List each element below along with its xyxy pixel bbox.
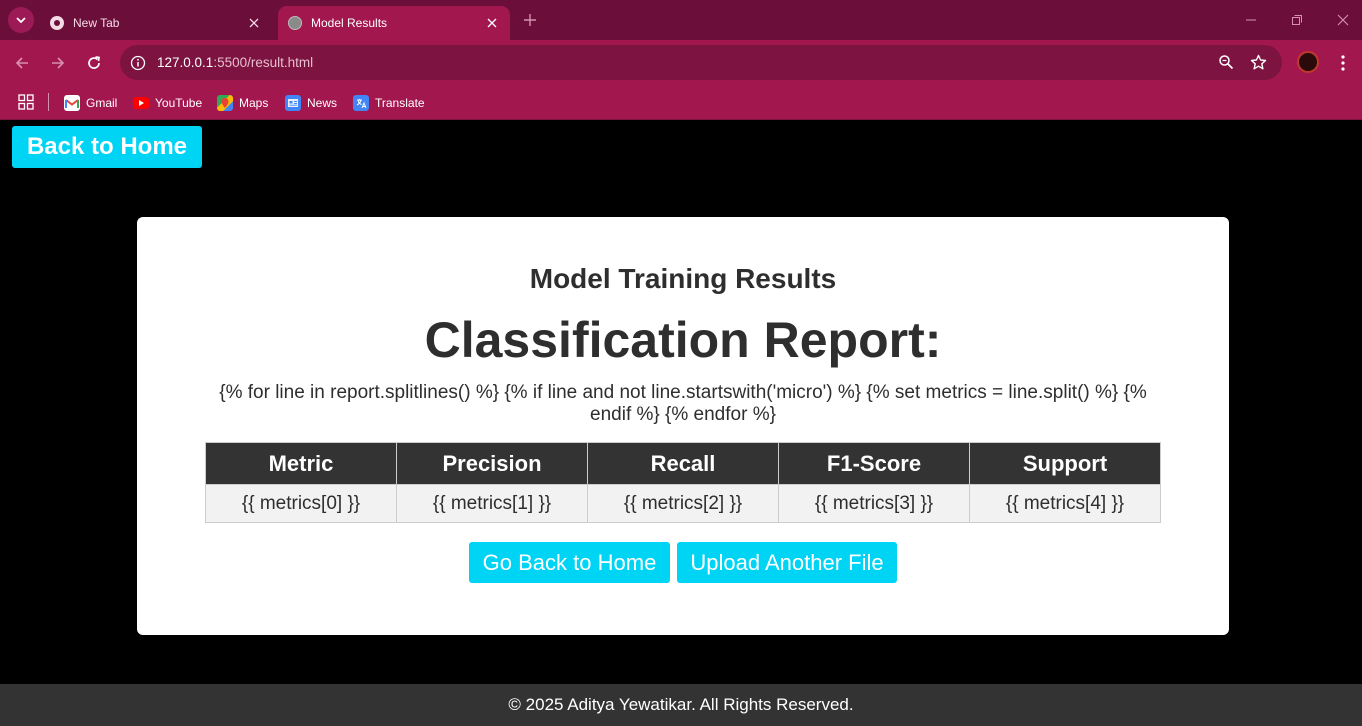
restore-button[interactable]	[1285, 8, 1309, 32]
footer-copyright: © 2025 Aditya Yewatikar. All Rights Rese…	[508, 695, 854, 714]
bookmark-gmail[interactable]: Gmail	[64, 92, 117, 114]
tab-model-results[interactable]: Model Results	[278, 6, 510, 40]
table-header-row: Metric Precision Recall F1-Score Support	[205, 442, 1161, 485]
bookmark-label: News	[307, 96, 338, 110]
globe-icon	[287, 15, 303, 31]
chevron-down-icon	[16, 17, 26, 24]
maps-icon	[217, 95, 233, 111]
page-footer: © 2025 Aditya Yewatikar. All Rights Rese…	[0, 684, 1362, 726]
table-cell: {{ metrics[2] }}	[587, 484, 779, 523]
bookmarks-bar: Gmail YouTube Maps News Translate	[0, 86, 1362, 120]
url-host: 127.0.0.1	[157, 55, 214, 70]
close-icon[interactable]	[484, 15, 500, 31]
url-text: 127.0.0.1:5500/result.html	[157, 55, 313, 70]
chrome-icon	[49, 15, 65, 31]
tab-title: Model Results	[311, 16, 388, 30]
table-cell: {{ metrics[3] }}	[778, 484, 970, 523]
arrow-left-icon	[15, 57, 28, 69]
gmail-icon	[64, 95, 80, 111]
more-menu-button[interactable]	[1333, 51, 1353, 75]
bookmark-label: Gmail	[86, 96, 118, 110]
column-header-support: Support	[969, 442, 1161, 485]
bookmark-translate[interactable]: Translate	[353, 92, 425, 114]
template-code-text: {% for line in report.splitlines() %} {%…	[219, 382, 1147, 425]
tab-title: New Tab	[73, 16, 120, 30]
minimize-button[interactable]	[1239, 8, 1263, 32]
reload-button[interactable]	[82, 51, 106, 75]
column-header-f1-score: F1-Score	[778, 442, 970, 485]
youtube-icon	[133, 97, 149, 109]
bookmark-star-icon[interactable]	[1248, 52, 1268, 72]
table-cell: {{ metrics[4] }}	[969, 484, 1161, 523]
page-subtitle: Model Training Results	[529, 263, 837, 294]
bookmarks-divider	[48, 93, 49, 111]
bookmark-youtube[interactable]: YouTube	[133, 92, 202, 114]
classification-report-table: Metric Precision Recall F1-Score Support…	[205, 442, 1161, 523]
translate-icon	[353, 95, 369, 111]
plus-icon	[524, 14, 536, 26]
table-row: {{ metrics[0] }} {{ metrics[1] }} {{ met…	[205, 484, 1161, 523]
bookmark-news[interactable]: News	[285, 92, 337, 114]
upload-another-file-button[interactable]: Upload Another File	[677, 542, 897, 583]
reload-icon	[88, 56, 100, 69]
column-header-recall: Recall	[587, 442, 779, 485]
address-bar[interactable]: 127.0.0.1:5500/result.html	[120, 45, 1282, 80]
browser-toolbar: 127.0.0.1:5500/result.html	[0, 40, 1362, 86]
new-tab-button[interactable]	[520, 10, 540, 30]
url-path: :5500/result.html	[213, 55, 314, 70]
apps-grid-icon[interactable]	[18, 94, 34, 110]
results-card: Model Training Results Classification Re…	[137, 217, 1229, 635]
close-window-button[interactable]	[1331, 8, 1355, 32]
arrow-right-icon	[52, 57, 65, 69]
minimize-icon	[1246, 19, 1256, 21]
bookmark-label: Maps	[239, 96, 269, 110]
zoom-icon[interactable]	[1216, 52, 1236, 72]
kebab-menu-icon	[1341, 55, 1345, 71]
column-header-metric: Metric	[205, 442, 397, 485]
tab-strip: New Tab Model Results	[0, 0, 1362, 40]
profile-avatar[interactable]	[1297, 51, 1319, 73]
bookmark-label: Translate	[375, 96, 425, 110]
page-title: Classification Report:	[424, 312, 942, 368]
table-cell: {{ metrics[1] }}	[396, 484, 588, 523]
restore-icon	[1292, 15, 1302, 25]
close-icon	[1337, 14, 1349, 26]
tab-new-tab[interactable]: New Tab	[40, 6, 272, 40]
page-viewport: Back to Home Model Training Results Clas…	[0, 121, 1362, 726]
bookmark-label: YouTube	[155, 96, 203, 110]
forward-button[interactable]	[46, 51, 70, 75]
bookmark-maps[interactable]: Maps	[217, 92, 268, 114]
back-to-home-button[interactable]: Back to Home	[12, 126, 202, 168]
back-button[interactable]	[10, 51, 34, 75]
tab-search-button[interactable]	[8, 7, 34, 33]
news-icon	[285, 95, 301, 111]
table-cell: {{ metrics[0] }}	[205, 484, 397, 523]
close-icon[interactable]	[246, 15, 262, 31]
site-info-icon[interactable]	[128, 53, 148, 73]
go-back-to-home-button[interactable]: Go Back to Home	[469, 542, 670, 583]
column-header-precision: Precision	[396, 442, 588, 485]
